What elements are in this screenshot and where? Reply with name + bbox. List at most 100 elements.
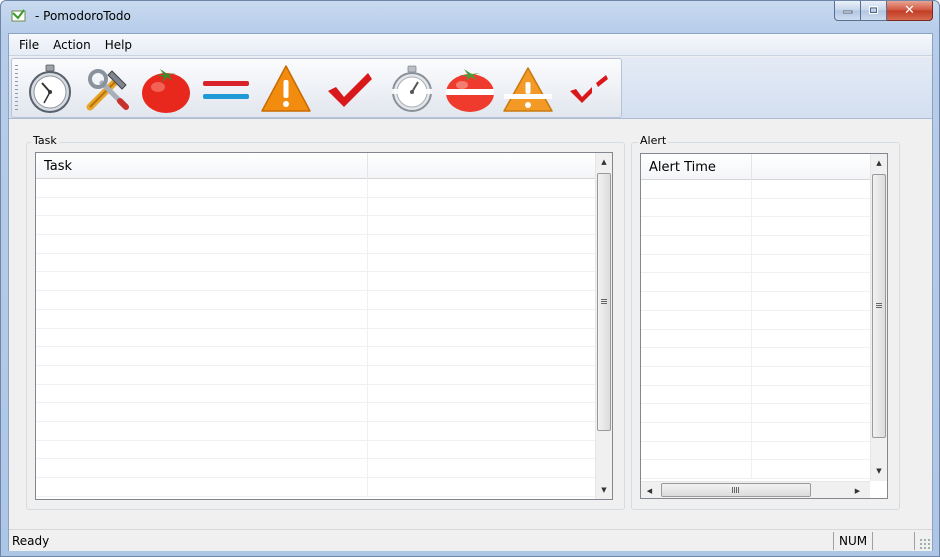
empty-cell [752, 310, 871, 329]
start-pomodoro-button[interactable] [24, 63, 76, 115]
tomato-icon [142, 69, 190, 113]
empty-cell [368, 440, 596, 459]
empty-cell [36, 440, 368, 459]
column-header-blank[interactable] [368, 153, 596, 179]
empty-row [36, 478, 596, 497]
status-bar: Ready NUM [9, 529, 932, 551]
title-bar[interactable]: - PomodoroTodo ✕ [1, 1, 939, 33]
empty-cell [36, 235, 368, 253]
empty-cell [752, 366, 871, 385]
empty-cell [36, 216, 368, 235]
menu-help[interactable]: Help [98, 36, 139, 54]
close-button[interactable]: ✕ [887, 1, 933, 21]
alert-vertical-scrollbar[interactable]: ▲ ▼ [870, 154, 887, 481]
alert-group-label: Alert [638, 134, 669, 147]
settings-button[interactable] [82, 63, 134, 115]
thumb-grip [876, 303, 882, 309]
stop-pomodoro-button[interactable] [386, 63, 438, 115]
scroll-down-arrow-icon[interactable]: ▼ [596, 481, 612, 498]
empty-row [36, 291, 596, 310]
empty-cell [36, 328, 368, 347]
alert-list-header: Alert Time [641, 154, 871, 180]
empty-cell [752, 236, 871, 254]
status-text: Ready [12, 534, 50, 548]
maximize-button[interactable] [861, 1, 887, 21]
scroll-up-arrow-icon[interactable]: ▲ [871, 154, 887, 171]
app-icon [11, 9, 26, 22]
column-header-blank[interactable] [752, 154, 871, 180]
empty-cell [752, 348, 871, 366]
empty-row [36, 179, 596, 198]
empty-cell [368, 347, 596, 365]
caption-buttons: ✕ [834, 1, 933, 21]
empty-cell [36, 197, 368, 216]
empty-row [36, 459, 596, 478]
empty-row [641, 385, 871, 405]
window-title: - PomodoroTodo [35, 9, 131, 23]
empty-row [36, 347, 596, 366]
empty-cell [368, 272, 596, 291]
empty-cell [641, 385, 752, 404]
scroll-left-arrow-icon[interactable]: ◀ [641, 482, 658, 498]
empty-row [641, 236, 871, 255]
empty-cell [752, 441, 871, 460]
empty-cell [752, 292, 871, 310]
menu-action[interactable]: Action [46, 36, 98, 54]
column-header-task[interactable]: Task [36, 153, 368, 179]
empty-row [641, 366, 871, 386]
empty-row [36, 440, 596, 460]
empty-row [641, 329, 871, 349]
scroll-down-arrow-icon[interactable]: ▼ [871, 462, 887, 479]
scroll-thumb-horizontal[interactable] [661, 483, 811, 497]
checkmark-small-icon [570, 75, 608, 103]
toolbar-row [9, 57, 932, 119]
empty-row [641, 198, 871, 218]
empty-cell [36, 291, 368, 309]
pomodoro-button[interactable] [140, 63, 192, 115]
empty-row [641, 254, 871, 274]
alert-horizontal-scrollbar[interactable]: ◀ ▶ [641, 481, 870, 498]
empty-cell [752, 217, 871, 236]
empty-row [641, 404, 871, 423]
remove-alert-button[interactable] [502, 63, 554, 115]
resize-grip-icon[interactable] [919, 538, 930, 549]
task-list[interactable]: Task ▲ ▼ [35, 152, 613, 500]
empty-row [36, 328, 596, 348]
empty-cell [36, 309, 368, 328]
scroll-right-arrow-icon[interactable]: ▶ [849, 482, 866, 498]
empty-cell [641, 422, 752, 441]
uncomplete-button[interactable] [562, 63, 614, 115]
minimize-button[interactable] [834, 1, 861, 21]
task-vertical-scrollbar[interactable]: ▲ ▼ [595, 153, 612, 499]
task-rows [36, 179, 596, 497]
interruption-button[interactable] [200, 63, 252, 115]
scroll-up-arrow-icon[interactable]: ▲ [596, 153, 612, 170]
empty-cell [36, 179, 368, 197]
empty-cell [36, 478, 368, 496]
empty-row [641, 348, 871, 367]
alert-button[interactable] [260, 63, 312, 115]
empty-cell [641, 441, 752, 460]
column-header-alert-time[interactable]: Alert Time [641, 154, 752, 180]
empty-cell [641, 254, 752, 273]
warning-icon [261, 65, 311, 112]
scroll-thumb[interactable] [872, 174, 886, 438]
empty-cell [641, 329, 752, 348]
menu-file[interactable]: File [12, 36, 46, 54]
empty-cell [641, 180, 752, 198]
alert-rows [641, 180, 871, 479]
complete-button[interactable] [324, 63, 376, 115]
void-pomodoro-button[interactable] [444, 63, 496, 115]
empty-row [36, 365, 596, 385]
tomato-faded-icon [446, 69, 494, 112]
stopwatch-icon [29, 64, 71, 113]
toolbar-grip[interactable] [15, 65, 18, 113]
empty-cell [641, 348, 752, 366]
scroll-thumb[interactable] [597, 173, 611, 431]
alert-list[interactable]: Alert Time ▲ ▼ ◀ ▶ [640, 153, 888, 499]
empty-cell [641, 310, 752, 329]
empty-row [641, 310, 871, 330]
empty-row [36, 384, 596, 404]
empty-cell [36, 347, 368, 365]
empty-row [36, 253, 596, 273]
